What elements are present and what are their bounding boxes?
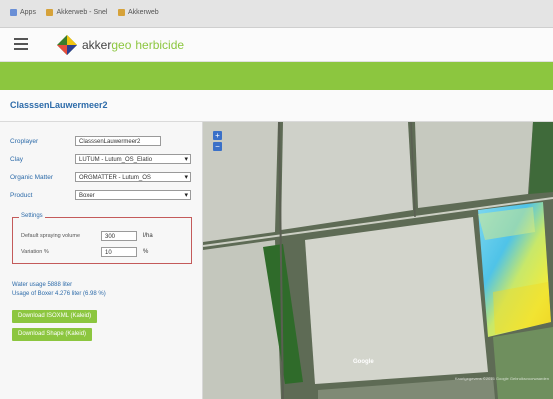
clay-select[interactable]: LUTUM - Lutum_OS_Elatio [75,154,191,164]
product-label: Product [10,191,33,199]
satellite-map[interactable]: + − Google Kaartgegevens ©2016 Google Ge… [203,122,553,399]
apps-grid-icon [10,9,17,16]
akkerweb-bookmark-icon [46,9,54,16]
zoom-out-button[interactable]: − [213,142,222,151]
bookmark-akkerweb-snel[interactable]: Akkerweb - Snel [46,9,107,16]
organic-matter-label: Organic Matter [10,173,53,181]
map-attribution[interactable]: Kaartgegevens ©2016 Google Gebruiksvoorw… [455,376,549,381]
spraying-volume-input[interactable]: 300 [101,231,137,241]
croplayer-label: Croplayer [10,137,39,145]
zoom-in-button[interactable]: + [213,131,222,140]
spraying-volume-label: Default spraying volume [21,233,81,239]
akkerweb-bookmark-icon [117,9,125,16]
google-logo: Google [353,359,374,365]
map-imagery [203,122,553,399]
bookmark-apps[interactable]: Apps [10,9,36,16]
app-header: akkergeo herbicide [0,28,553,62]
variation-row: Variation % 10 % [21,247,148,257]
field-parcel [529,122,553,194]
akkergeo-logo [57,35,77,55]
spraying-volume-row: Default spraying volume 300 l/ha [21,231,153,241]
organic-matter-select[interactable]: ORGMATTER - Lutum_OS [75,172,191,182]
field-parcel [305,217,488,384]
bookmark-label: Akkerweb - Snel [56,9,108,16]
field-parcel [415,122,533,208]
variation-unit: % [143,249,149,255]
variation-input[interactable]: 10 [101,247,137,257]
variation-label: Variation % [21,249,49,255]
bookmark-akkerweb[interactable]: Akkerweb [117,9,159,16]
croplayer-input[interactable]: ClasssenLauwermeer2 [75,136,161,146]
page-title: ClasssenLauwermeer2 [10,100,108,110]
field-parcel [493,327,553,399]
organic-matter-row: Organic Matter ORGMATTER - Lutum_OS [10,171,191,183]
settings-legend: Settings [19,213,45,219]
clay-row: Clay LUTUM - Lutum_OS_Elatio [10,153,191,165]
spraying-volume-unit: l/ha [143,233,153,239]
croplayer-row: Croplayer ClasssenLauwermeer2 [10,135,161,147]
water-usage-text: Water usage 5888 liter [12,282,73,288]
module-name: herbicide [135,38,185,52]
green-banner [0,62,553,90]
brand-main: akker [82,38,112,52]
bookmark-label: Akkerweb [127,9,159,16]
download-isoxml-button[interactable]: Download ISOXML (Kaleid) [12,310,98,323]
settings-fieldset: Settings Default spraying volume 300 l/h… [12,213,192,264]
bookmark-label: Apps [20,9,36,16]
brand-geo: geo [111,38,132,52]
download-shape-button[interactable]: Download Shape (Kaleid) [12,328,93,341]
product-usage-text: Usage of Boxer 4.276 liter (6.98 %) [12,291,106,297]
hamburger-menu-icon[interactable] [14,38,28,52]
browser-bookmark-bar: Apps Akkerweb - Snel Akkerweb [0,0,553,28]
settings-panel: Croplayer ClasssenLauwermeer2 Clay LUTUM… [0,122,203,399]
field-parcel [203,122,278,242]
product-row: Product Boxer [10,189,191,201]
title-bar: ClasssenLauwermeer2 [0,90,553,122]
product-select[interactable]: Boxer [75,190,191,200]
clay-label: Clay [10,155,24,163]
brand-name: akkergeo herbicide [82,38,184,52]
